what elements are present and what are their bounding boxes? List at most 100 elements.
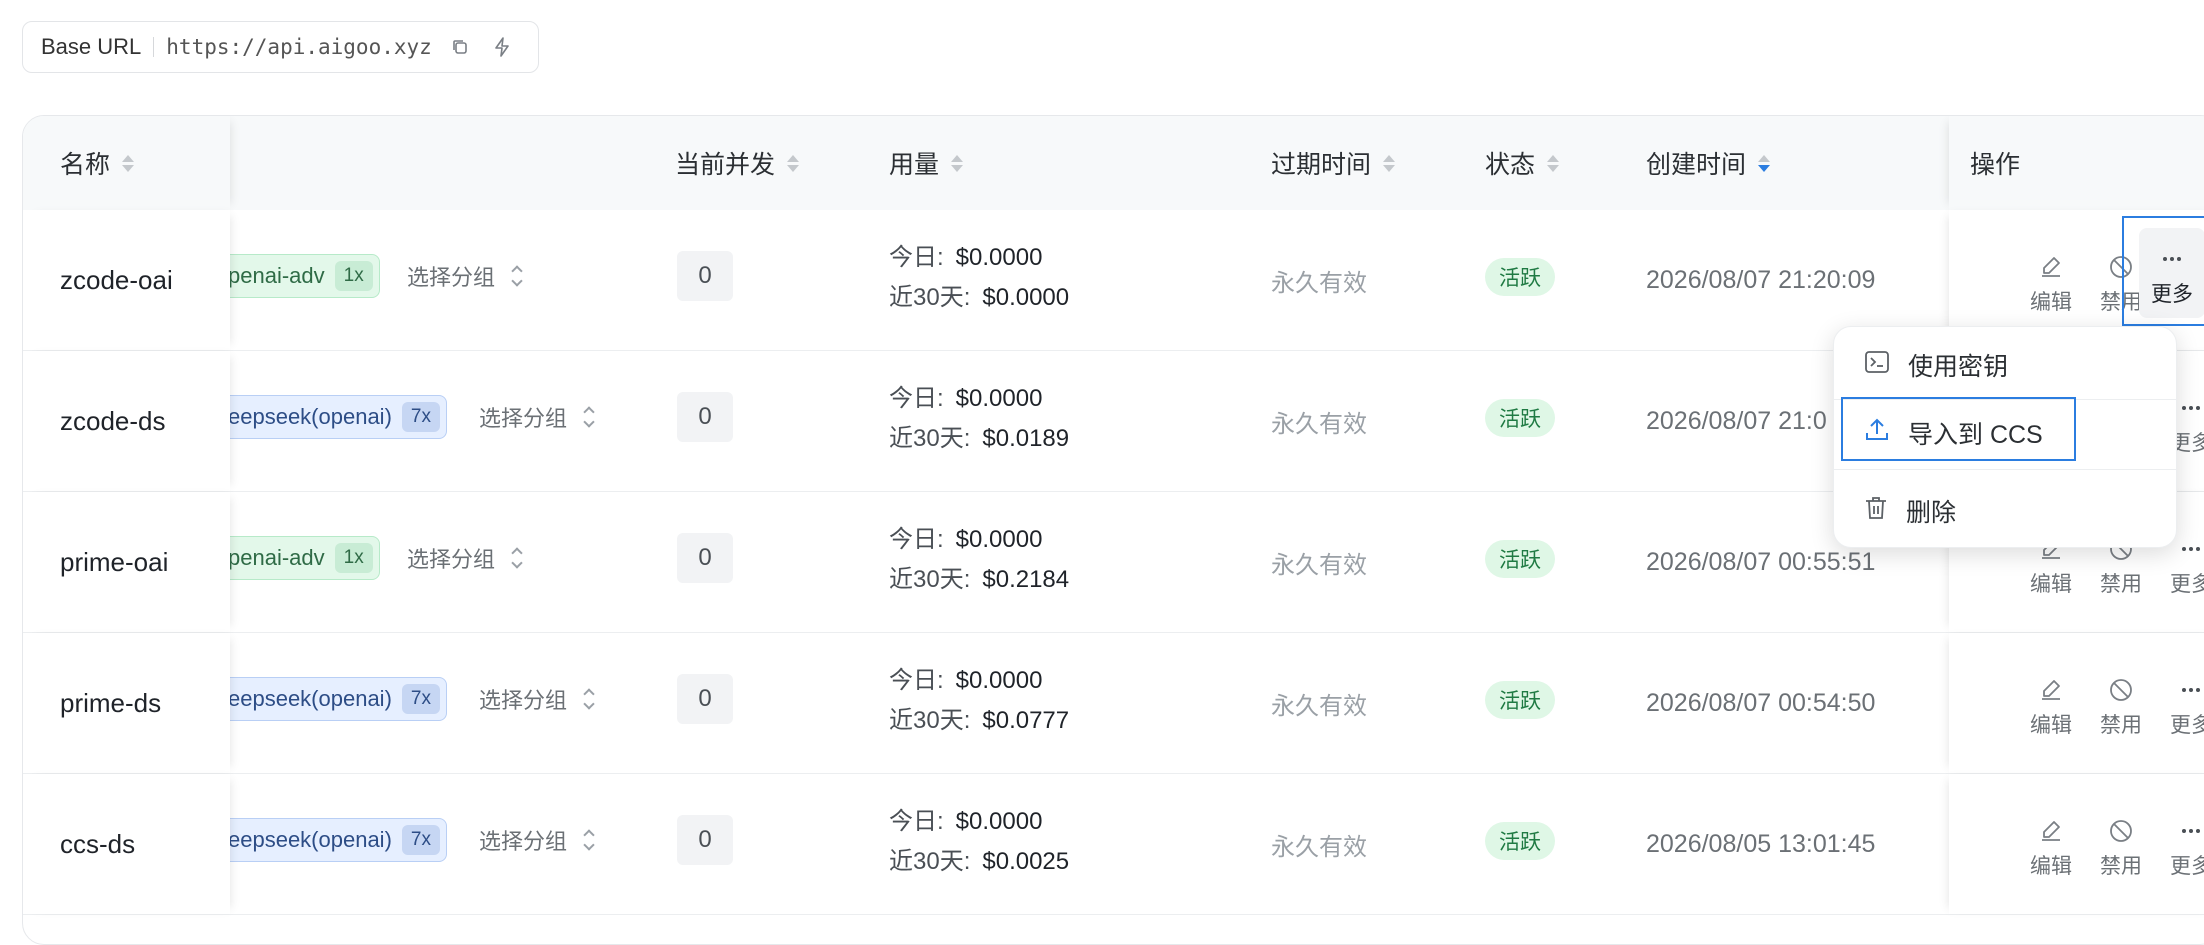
select-group-dropdown[interactable]: 选择分组 [479, 395, 595, 439]
select-group-dropdown[interactable]: 选择分组 [479, 818, 595, 862]
menu-item-delete[interactable]: 删除 [1834, 483, 2176, 539]
ban-icon [2106, 675, 2136, 705]
more-label: 更多 [2170, 714, 2204, 737]
column-header-concurrency[interactable]: 当前并发 [675, 116, 800, 210]
usage-today-label: 今日: [889, 526, 944, 553]
select-group-label: 选择分组 [407, 265, 496, 290]
usage-today-value: $0.0000 [955, 244, 1043, 271]
usage-cell: 今日: $0.0000 近30天: $0.0025 [889, 802, 1069, 882]
usage-today-label: 今日: [889, 808, 944, 835]
column-header-label: 状态 [1485, 151, 1536, 179]
created-time: 2026/08/07 00:54:50 [1646, 688, 1876, 717]
usage-month-value: $0.0189 [982, 425, 1070, 452]
status-badge: 活跃 [1485, 399, 1555, 437]
rate-multiplier-badge: 1x [334, 543, 373, 573]
usage-month-label: 近30天: [889, 848, 971, 875]
disable-button[interactable]: 禁用 [2091, 810, 2151, 880]
select-group-dropdown[interactable]: 选择分组 [479, 677, 595, 721]
created-time: 2026/08/05 13:01:45 [1646, 829, 1876, 858]
column-header-usage[interactable]: 用量 [889, 116, 964, 210]
disable-label: 禁用 [2100, 855, 2142, 878]
group-name: eepseek(openai) [228, 827, 392, 852]
edit-label: 编辑 [2030, 291, 2072, 314]
edit-label: 编辑 [2030, 714, 2072, 737]
column-header-status[interactable]: 状态 [1485, 116, 1560, 210]
column-header-label: 过期时间 [1271, 151, 1372, 179]
menu-item-label: 删除 [1906, 499, 1957, 527]
group-name: eepseek(openai) [228, 404, 392, 429]
usage-cell: 今日: $0.0000 近30天: $0.0000 [889, 238, 1069, 318]
usage-month-value: $0.0777 [982, 707, 1070, 734]
table-row: prime-ds eepseek(openai) 7x 选择分组 0 今日: $0.0000… [23, 633, 2204, 774]
chevron-updown-icon [583, 688, 595, 710]
usage-month-value: $0.0025 [982, 848, 1070, 875]
usage-month-label: 近30天: [889, 707, 971, 734]
more-button[interactable]: 更多 [2161, 669, 2204, 739]
sort-icon[interactable] [1383, 154, 1396, 172]
expire-value: 永久有效 [1271, 833, 1367, 861]
table-row: ccs-ds eepseek(openai) 7x 选择分组 0 今日: $0.0000 近3… [23, 774, 2204, 915]
group-name: penai-adv [228, 263, 325, 288]
group-name: penai-adv [228, 545, 325, 570]
more-button[interactable]: 更多 [2161, 810, 2204, 880]
disable-label: 禁用 [2100, 714, 2142, 737]
group-tag: eepseek(openai) 7x [213, 395, 447, 439]
focus-outline [1841, 397, 2076, 461]
base-url-bar: Base URL https://api.aigoo.xyz [22, 21, 539, 73]
sort-icon[interactable] [1547, 154, 1560, 172]
chevron-updown-icon [583, 406, 595, 428]
sort-icon[interactable] [787, 154, 800, 172]
edit-button[interactable]: 编辑 [2021, 810, 2081, 880]
concurrency-value: 0 [677, 533, 733, 583]
usage-month-value: $0.2184 [982, 566, 1070, 593]
concurrency-value: 0 [677, 392, 733, 442]
rate-multiplier-badge: 7x [401, 402, 440, 432]
key-name: prime-oai [60, 546, 169, 577]
column-header-label: 名称 [60, 151, 111, 179]
column-header-created[interactable]: 创建时间 [1646, 116, 1771, 210]
ban-icon [2106, 816, 2136, 846]
key-name: prime-ds [60, 687, 162, 718]
more-dots-icon [2176, 816, 2204, 846]
select-group-dropdown[interactable]: 选择分组 [407, 536, 523, 580]
usage-month-label: 近30天: [889, 284, 971, 311]
menu-item-use-key[interactable]: 使用密钥 [1834, 337, 2176, 393]
select-group-label: 选择分组 [407, 547, 496, 572]
group-tag: penai-adv 1x [213, 254, 380, 298]
column-header-name[interactable]: 名称 [60, 116, 135, 210]
key-name: zcode-oai [60, 264, 173, 295]
base-url-label: Base URL [41, 34, 142, 59]
more-dots-icon [2176, 393, 2204, 423]
status-badge: 活跃 [1485, 681, 1555, 719]
sort-icon[interactable] [122, 154, 135, 172]
chevron-updown-icon [583, 829, 595, 851]
column-header-expire[interactable]: 过期时间 [1271, 116, 1396, 210]
usage-month-value: $0.0000 [982, 284, 1070, 311]
more-dots-icon [2176, 675, 2204, 705]
concurrency-value: 0 [677, 251, 733, 301]
expire-value: 永久有效 [1271, 410, 1367, 438]
usage-cell: 今日: $0.0000 近30天: $0.0777 [889, 661, 1069, 741]
select-group-dropdown[interactable]: 选择分组 [407, 254, 523, 298]
rate-multiplier-badge: 7x [401, 684, 440, 714]
column-header-label: 当前并发 [675, 151, 776, 179]
trash-icon [1864, 495, 1888, 528]
chevron-updown-icon [511, 547, 523, 569]
disable-button[interactable]: 禁用 [2091, 669, 2151, 739]
edit-button[interactable]: 编辑 [2021, 669, 2081, 739]
disable-label: 禁用 [2100, 573, 2142, 596]
sort-desc-icon[interactable] [1758, 154, 1771, 172]
edit-icon [2036, 675, 2066, 705]
select-group-label: 选择分组 [479, 829, 568, 854]
group-tag: eepseek(openai) 7x [213, 818, 447, 862]
usage-today-label: 今日: [889, 244, 944, 271]
edit-button[interactable]: 编辑 [2021, 246, 2081, 316]
copy-icon[interactable] [446, 33, 474, 61]
sort-icon[interactable] [951, 154, 964, 172]
usage-today-value: $0.0000 [955, 808, 1043, 835]
group-tag: penai-adv 1x [213, 536, 380, 580]
terminal-icon [1864, 350, 1890, 381]
lightning-icon[interactable] [488, 33, 516, 61]
rate-multiplier-badge: 7x [401, 825, 440, 855]
usage-today-value: $0.0000 [955, 526, 1043, 553]
